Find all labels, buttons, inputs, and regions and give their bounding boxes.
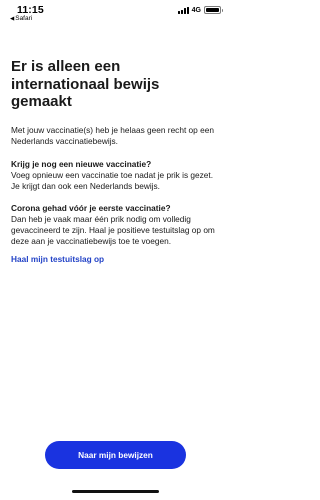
status-bar: 11:15 ◀ Safari 4G	[0, 0, 231, 28]
section-new-vaccination: Krijg je nog een nieuwe vaccinatie? Voeg…	[11, 159, 221, 192]
home-indicator[interactable]	[72, 490, 159, 493]
network-type: 4G	[191, 6, 201, 14]
cellular-signal-icon	[177, 6, 189, 14]
back-app-label: Safari	[15, 15, 33, 22]
section-heading: Krijg je nog een nieuwe vaccinatie?	[11, 158, 152, 169]
back-to-safari-button[interactable]: ◀ Safari	[10, 15, 32, 22]
status-indicators: 4G	[177, 6, 223, 14]
battery-fill	[206, 8, 219, 12]
intro-text: Met jouw vaccinatie(s) heb je helaas gee…	[11, 124, 214, 146]
section-corona-before-vaccination: Corona gehad vóór je eerste vaccinatie? …	[11, 203, 221, 247]
main-content: Er is alleen een internationaal bewijs g…	[11, 58, 221, 265]
section-heading: Corona gehad vóór je eerste vaccinatie?	[11, 202, 171, 213]
page-title: Er is alleen een internationaal bewijs g…	[11, 58, 160, 110]
to-my-certificates-button[interactable]: Naar mijn bewijzen	[45, 441, 186, 469]
battery-icon	[204, 6, 223, 14]
section-body: Voeg opnieuw een vaccinatie toe nadat je…	[11, 169, 214, 191]
section-body: Dan heb je vaak maar één prik nodig om v…	[11, 213, 215, 246]
fetch-test-result-link[interactable]: Haal mijn testuitslag op	[11, 254, 221, 265]
back-triangle-icon: ◀	[10, 15, 15, 22]
